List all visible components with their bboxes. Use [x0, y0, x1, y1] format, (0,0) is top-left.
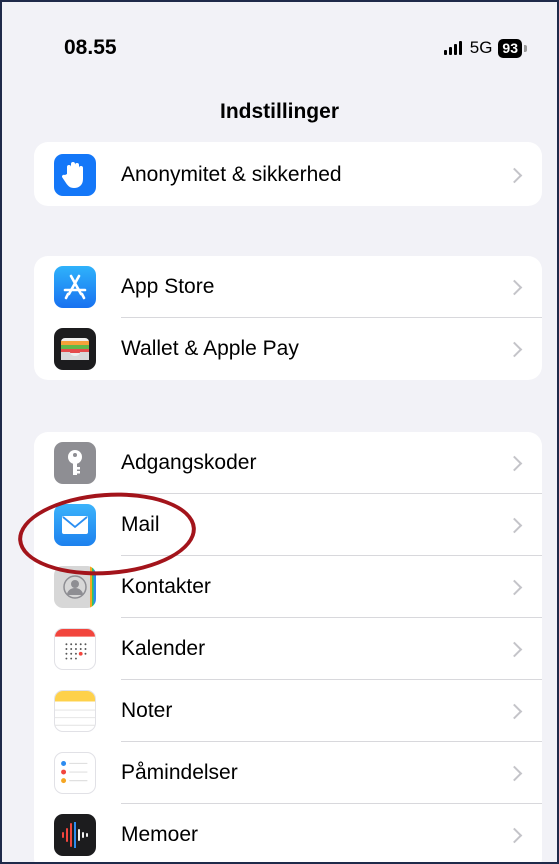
mail-icon: [54, 504, 96, 546]
settings-row-label: Memoer: [121, 823, 199, 846]
key-icon: [54, 442, 96, 484]
chevron-right-icon: [506, 579, 523, 595]
chevron-right-icon: [506, 703, 523, 719]
settings-row-label: App Store: [121, 275, 215, 298]
calendar-icon: [54, 628, 96, 670]
settings-row-label: Kalender: [121, 637, 206, 660]
voice-memos-icon: [54, 814, 96, 856]
page-title: Indstillinger: [219, 100, 339, 123]
cellular-signal-icon: [443, 41, 462, 55]
settings-row-app-store[interactable]: App Store: [34, 256, 542, 318]
notes-icon: [54, 690, 96, 732]
chevron-right-icon: [506, 167, 523, 183]
chevron-right-icon: [506, 341, 523, 357]
chevron-right-icon: [506, 827, 523, 843]
settings-row-passwords[interactable]: Adgangskoder: [34, 432, 542, 494]
settings-row-calendar[interactable]: Kalender: [34, 618, 542, 680]
chevron-right-icon: [506, 641, 523, 657]
settings-row-mail[interactable]: Mail: [34, 494, 542, 556]
settings-row-label: Anonymitet & sikkerhed: [121, 163, 342, 186]
app-store-icon: [54, 266, 96, 308]
status-time: 08.55: [64, 36, 117, 59]
settings-row-label: Noter: [121, 699, 173, 722]
settings-row-wallet[interactable]: Wallet & Apple Pay: [34, 318, 542, 380]
settings-group-apps: Adgangskoder Mail Kontakter Kalender Not…: [34, 432, 542, 862]
settings-row-contacts[interactable]: Kontakter: [34, 556, 542, 618]
status-bar: 08.55 5G 93: [2, 2, 557, 92]
phone-screen: 08.55 5G 93 Indstillinger Anonymitet & s…: [0, 0, 559, 864]
battery-icon: 93: [498, 38, 522, 58]
hand-icon: [54, 154, 96, 196]
settings-group-store: App Store Wallet & Apple Pay: [34, 256, 542, 380]
battery-tip: [524, 44, 527, 52]
settings-row-reminders[interactable]: Påmindelser: [34, 742, 542, 804]
wallet-icon: [54, 328, 96, 370]
status-indicators: 5G 93: [443, 38, 527, 58]
chevron-right-icon: [506, 765, 523, 781]
chevron-right-icon: [506, 279, 523, 295]
settings-row-label: Wallet & Apple Pay: [121, 337, 299, 360]
chevron-right-icon: [506, 455, 523, 471]
reminders-icon: [54, 752, 96, 794]
settings-row-label: Adgangskoder: [121, 451, 257, 474]
settings-row-label: Kontakter: [121, 575, 211, 598]
contacts-icon: [54, 566, 96, 608]
settings-row-notes[interactable]: Noter: [34, 680, 542, 742]
settings-row-voice-memos[interactable]: Memoer: [34, 804, 542, 862]
settings-row-label: Mail: [121, 513, 160, 536]
chevron-right-icon: [506, 517, 523, 533]
settings-row-privacy[interactable]: Anonymitet & sikkerhed: [34, 144, 542, 206]
network-type: 5G: [469, 38, 493, 57]
settings-row-label: Påmindelser: [121, 761, 238, 784]
settings-group-privacy: Anonymitet & sikkerhed: [34, 142, 542, 206]
